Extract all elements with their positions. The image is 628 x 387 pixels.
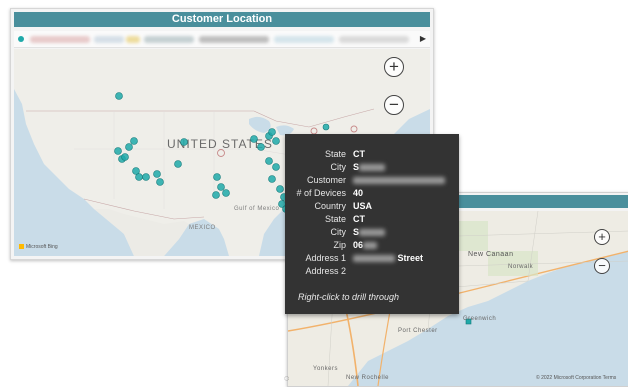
tooltip-row: State CT: [285, 149, 459, 161]
map-marker[interactable]: [156, 178, 164, 186]
map-marker[interactable]: [135, 173, 143, 181]
tooltip-label: City: [330, 227, 347, 237]
legend-next-arrow-icon[interactable]: ▶: [420, 34, 426, 43]
map-marker[interactable]: [217, 183, 225, 191]
tooltip-value: 06: [353, 240, 378, 250]
map-marker[interactable]: [212, 191, 220, 199]
tooltip-row: Address 1 Street: [285, 253, 459, 265]
map-label-yonkers: Yonkers: [313, 366, 338, 372]
tooltip-value: S: [353, 162, 386, 172]
map-marker[interactable]: [180, 138, 188, 146]
tooltip-value: CT: [353, 214, 365, 224]
map-marker[interactable]: [322, 123, 330, 131]
map-label-new-rochelle: New Rochelle: [346, 375, 390, 381]
loading-cursor-icon: ◌: [284, 373, 290, 383]
legend-entry-blurred: [274, 36, 334, 43]
tooltip-value: 40: [353, 188, 364, 198]
card-title: Customer Location: [14, 12, 430, 27]
legend-entry-blurred: [94, 36, 124, 43]
tooltip-row: Customer: [285, 175, 459, 187]
map-marker[interactable]: [265, 157, 273, 165]
tooltip-label: Zip: [333, 240, 346, 250]
map-marker[interactable]: [130, 137, 138, 145]
map-marker[interactable]: [213, 173, 221, 181]
tooltip-row: # of Devices 40: [285, 188, 459, 200]
tooltip-label: Address 2: [305, 266, 346, 276]
map-copyright: © 2022 Microsoft Corporation Terms: [536, 375, 617, 381]
map-marker[interactable]: [276, 185, 284, 193]
tooltip-value: CT: [353, 149, 365, 159]
drill-through-hint: Right-click to drill through: [298, 292, 400, 302]
tooltip-label: Address 1: [305, 253, 346, 263]
tooltip-label: Customer: [306, 175, 346, 185]
tooltip-row: City S: [285, 227, 459, 239]
map-marker[interactable]: [114, 147, 122, 155]
map-label-port-chester: Port Chester: [398, 328, 438, 334]
detail-zoom-out-button[interactable]: −: [594, 258, 610, 274]
map-marker[interactable]: [250, 135, 258, 143]
tooltip-row: Address 2: [285, 266, 459, 278]
map-tooltip: State CT City S Customer # of Devices 40…: [285, 134, 459, 314]
tooltip-label: City: [330, 162, 347, 172]
map-marker[interactable]: [142, 173, 150, 181]
legend-entry-blurred: [339, 36, 409, 43]
tooltip-value-redacted: [353, 175, 445, 185]
tooltip-label: # of Devices: [296, 188, 346, 198]
map-marker-outline[interactable]: [217, 149, 225, 157]
map-label-norwalk: Norwalk: [508, 264, 534, 270]
legend-marker-icon: [18, 36, 24, 42]
map-marker[interactable]: [125, 143, 133, 151]
map-marker[interactable]: [222, 189, 230, 197]
tooltip-value: USA: [353, 201, 373, 211]
tooltip-value: Street: [353, 253, 423, 263]
legend-entry-blurred: [144, 36, 194, 43]
tooltip-label: State: [324, 149, 346, 159]
map-marker[interactable]: [268, 175, 276, 183]
map-marker[interactable]: [115, 92, 123, 100]
zoom-in-button[interactable]: +: [384, 57, 404, 77]
legend-entry-blurred: [126, 36, 140, 43]
map-marker[interactable]: [153, 170, 161, 178]
bing-logo: Microsoft Bing: [19, 244, 58, 250]
zoom-out-button[interactable]: −: [384, 95, 404, 115]
map-marker[interactable]: [268, 128, 276, 136]
legend-entry-blurred: [199, 36, 269, 43]
tooltip-row: City S: [285, 162, 459, 174]
tooltip-row: State CT: [285, 214, 459, 226]
map-marker[interactable]: [257, 143, 265, 151]
map-marker[interactable]: [272, 163, 280, 171]
tooltip-row: Country USA: [285, 201, 459, 213]
map-marker[interactable]: [121, 153, 129, 161]
tooltip-value: S: [353, 227, 386, 237]
tooltip-label: Country: [314, 201, 346, 211]
detail-zoom-in-button[interactable]: +: [594, 229, 610, 245]
legend-entry-blurred: [30, 36, 90, 43]
map-label-new-canaan: New Canaan: [468, 251, 514, 258]
tooltip-label: State: [324, 214, 346, 224]
map-marker[interactable]: [174, 160, 182, 168]
map-marker[interactable]: [272, 137, 280, 145]
map-label-greenwich: Greenwich: [463, 316, 497, 322]
tooltip-row: Zip 06: [285, 240, 459, 252]
legend-strip[interactable]: ▶: [14, 31, 430, 48]
